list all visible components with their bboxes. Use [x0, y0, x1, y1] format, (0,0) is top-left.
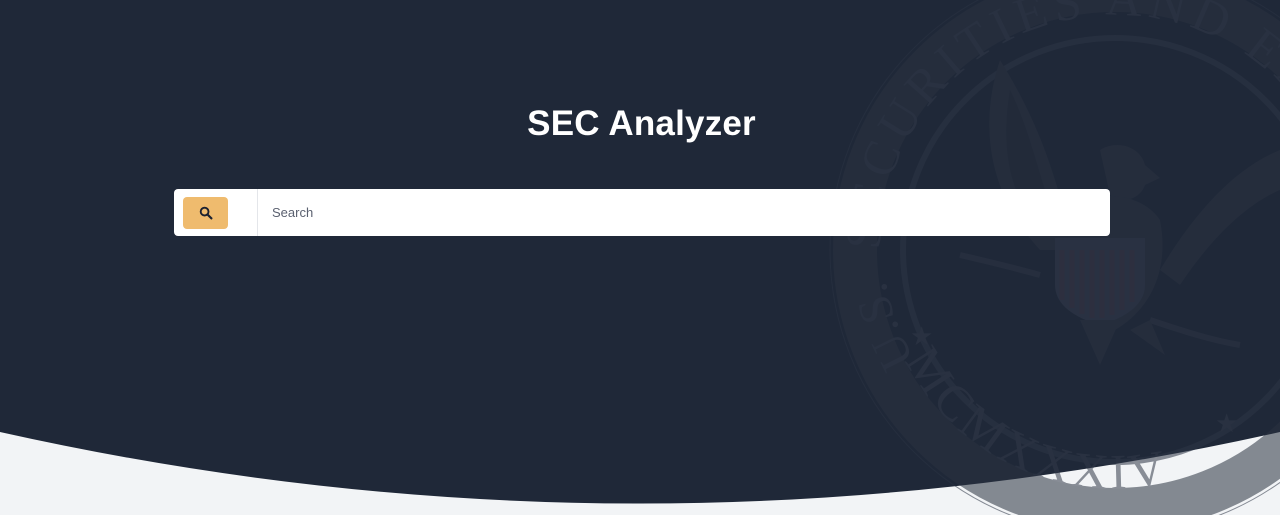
search-button[interactable]	[183, 196, 228, 229]
search-input[interactable]	[258, 189, 1110, 236]
search-bar	[174, 189, 1110, 236]
svg-text:★: ★	[910, 322, 933, 352]
hero-background: SECURITIES AND EXCHANGE U.S. MCMXXXIV ★ …	[0, 0, 1280, 515]
search-button-container	[174, 189, 258, 236]
hero-section: SECURITIES AND EXCHANGE U.S. MCMXXXIV ★ …	[0, 0, 1280, 515]
page-title: SEC Analyzer	[527, 104, 756, 143]
svg-text:★: ★	[1215, 409, 1238, 439]
search-icon	[199, 206, 212, 219]
